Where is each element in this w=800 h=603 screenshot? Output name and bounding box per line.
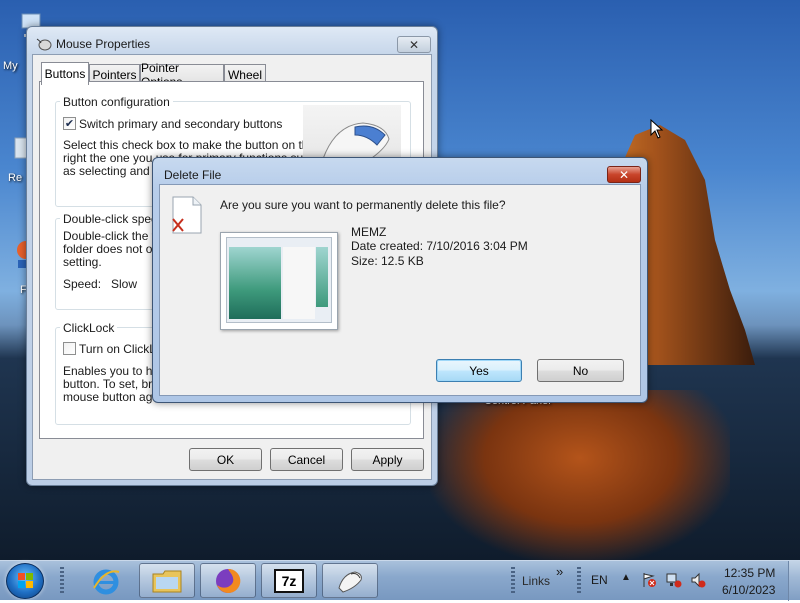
mouse-icon xyxy=(338,570,362,593)
firefox-icon xyxy=(216,568,241,593)
wallpaper-sea-reflection xyxy=(430,390,730,560)
network-icon[interactable] xyxy=(666,572,682,588)
tab-buttons[interactable]: Buttons xyxy=(41,62,89,85)
button-label: Yes xyxy=(469,363,489,378)
ok-button[interactable]: OK xyxy=(189,448,262,471)
clock-time[interactable]: 12:35 PM xyxy=(724,566,775,580)
close-icon: ✕ xyxy=(408,37,420,52)
7zip-label: 7z xyxy=(281,572,297,589)
action-center-icon[interactable] xyxy=(641,572,657,588)
tab-label: Pointers xyxy=(92,67,137,82)
button-label: OK xyxy=(216,452,235,467)
show-desktop-button[interactable] xyxy=(788,561,800,601)
links-chevron-icon[interactable]: » xyxy=(556,564,563,579)
button-label: No xyxy=(572,363,589,378)
button-label: Cancel xyxy=(287,452,326,467)
dialog-title: Delete File xyxy=(164,168,222,182)
desktop-icon-label[interactable]: Re xyxy=(8,172,22,184)
close-button[interactable]: ✕ xyxy=(607,166,641,183)
slow-label: Slow xyxy=(111,277,138,291)
mouse-cursor-icon xyxy=(650,119,664,139)
close-icon: ✕ xyxy=(618,167,630,182)
file-explorer-icon xyxy=(152,570,182,592)
yes-button[interactable]: Yes xyxy=(436,359,522,382)
close-button[interactable]: ✕ xyxy=(397,36,431,53)
file-name: MEMZ xyxy=(351,225,387,239)
checkbox-label[interactable]: Switch primary and secondary buttons xyxy=(79,118,282,131)
windows-logo-icon xyxy=(18,573,33,588)
show-hidden-icons-icon[interactable]: ▲ xyxy=(621,572,631,583)
group-title: ClickLock xyxy=(60,321,118,335)
description-line: setting. xyxy=(63,255,102,269)
7zip-icon: 7z xyxy=(274,568,304,593)
group-title: Button configuration xyxy=(60,95,173,109)
delete-question: Are you sure you want to permanently del… xyxy=(220,198,506,212)
cancel-button[interactable]: Cancel xyxy=(270,448,343,471)
button-label: Apply xyxy=(372,452,403,467)
tab-label: Buttons xyxy=(44,67,86,81)
no-button[interactable]: No xyxy=(537,359,624,382)
tab-label: Wheel xyxy=(227,67,262,82)
desktop-icon-label[interactable]: My xyxy=(3,60,18,72)
toolbar-grip[interactable] xyxy=(577,567,581,595)
links-toolbar-label[interactable]: Links xyxy=(522,574,550,588)
file-thumbnail xyxy=(220,232,338,330)
toolbar-grip[interactable] xyxy=(511,567,515,595)
file-explorer-button[interactable] xyxy=(139,563,195,598)
file-size: Size: 12.5 KB xyxy=(351,254,424,268)
language-indicator[interactable]: EN xyxy=(591,573,608,587)
toolbar-grip[interactable] xyxy=(60,567,64,595)
clock-date[interactable]: 6/10/2023 xyxy=(722,583,775,597)
taskbar: 7z Links » EN ▲ 12:35 PM 6/10/2023 xyxy=(0,560,800,601)
switch-buttons-checkbox[interactable]: ✔ xyxy=(63,117,76,130)
mouse-icon xyxy=(36,38,52,51)
volume-icon[interactable] xyxy=(690,572,706,588)
window-title: Mouse Properties xyxy=(56,37,151,51)
checkmark-icon: ✔ xyxy=(64,117,75,130)
file-date-created: Date created: 7/10/2016 3:04 PM xyxy=(351,239,528,253)
delete-file-icon xyxy=(172,196,202,234)
7zip-button[interactable]: 7z xyxy=(261,563,317,598)
apply-button[interactable]: Apply xyxy=(351,448,424,471)
start-button[interactable] xyxy=(6,563,44,599)
internet-explorer-icon[interactable] xyxy=(88,564,124,598)
speed-label: Speed: xyxy=(63,277,102,291)
mouse-properties-button[interactable] xyxy=(322,563,378,598)
firefox-button[interactable] xyxy=(200,563,256,598)
clicklock-checkbox[interactable] xyxy=(63,342,76,355)
